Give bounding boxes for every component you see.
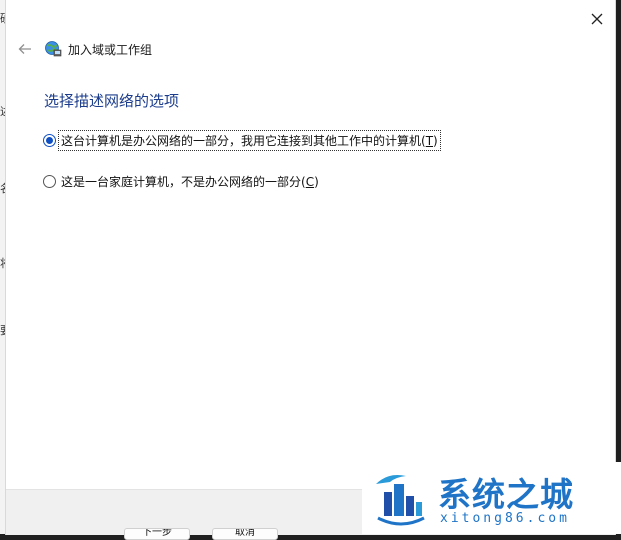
back-button[interactable] [14, 38, 36, 60]
network-globe-icon [45, 41, 62, 57]
option-office-network[interactable]: 这台计算机是办公网络的一部分，我用它连接到其他工作中的计算机(T) [43, 130, 441, 151]
page-heading: 选择描述网络的选项 [44, 92, 180, 110]
city-logo-icon [376, 475, 425, 526]
radio-button-selected[interactable] [43, 134, 56, 147]
option-home-computer[interactable]: 这是一台家庭计算机，不是办公网络的一部分(C) [43, 172, 321, 191]
join-domain-dialog: 加入域或工作组 选择描述网络的选项 这台计算机是办公网络的一部分，我用它连接到其… [6, 0, 615, 540]
close-icon [591, 13, 603, 25]
radio-button[interactable] [43, 175, 56, 188]
watermark-url: xitong86.com [440, 511, 570, 526]
next-button[interactable]: 下一步 [124, 528, 190, 540]
dialog-header: 加入域或工作组 [14, 38, 152, 60]
dialog-title: 加入域或工作组 [68, 42, 153, 57]
watermark: 系统之城 xitong86.com [362, 462, 621, 534]
close-button[interactable] [587, 9, 607, 29]
option-label: 这是一台家庭计算机，不是办公网络的一部分(C) [61, 175, 319, 189]
back-arrow-icon [18, 44, 31, 54]
option-label: 这台计算机是办公网络的一部分，我用它连接到其他工作中的计算机(T) [58, 130, 441, 151]
cancel-button[interactable]: 取消 [212, 528, 278, 540]
watermark-title: 系统之城 [438, 475, 574, 514]
